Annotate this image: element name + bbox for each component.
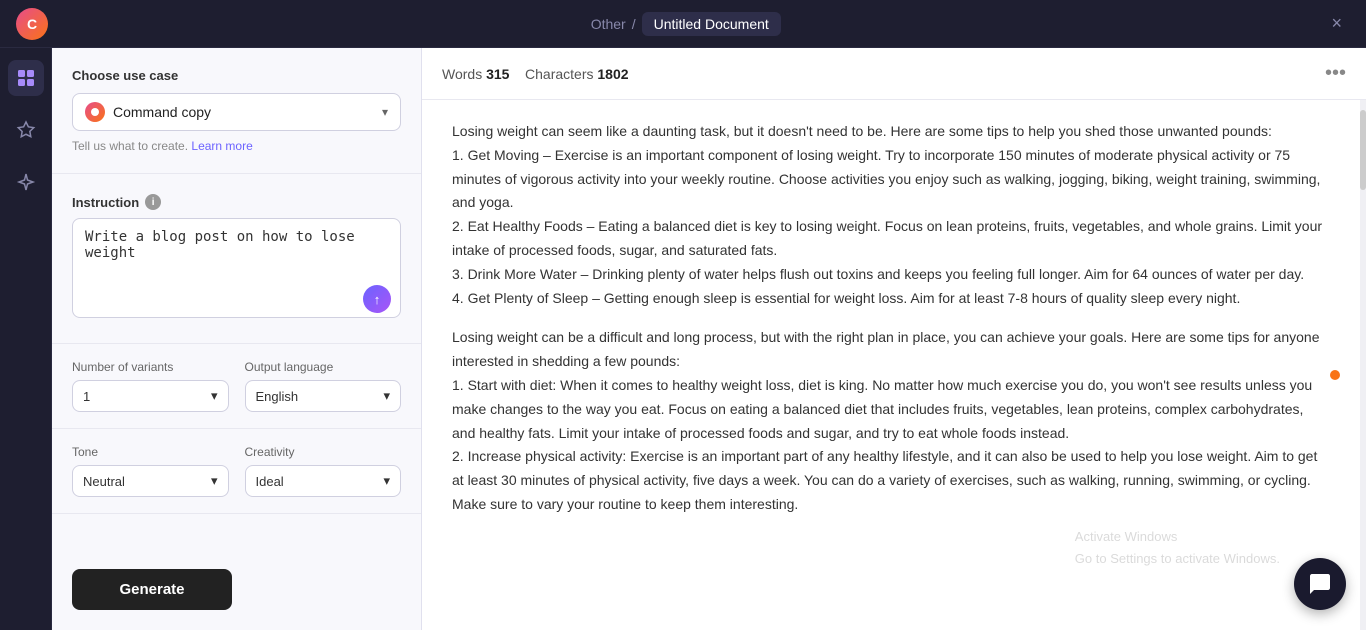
- tone-label: Tone: [72, 445, 229, 459]
- use-case-select[interactable]: Command copy ▾: [72, 93, 401, 131]
- options-row-2: Tone Neutral ▾ Creativity Ideal ▾: [52, 429, 421, 514]
- creativity-label: Creativity: [245, 445, 402, 459]
- words-label: Words: [442, 66, 482, 82]
- use-case-left: Command copy: [85, 102, 211, 122]
- doc-paragraph-2: Losing weight can be a difficult and lon…: [452, 326, 1330, 516]
- creativity-select[interactable]: Ideal ▾: [245, 465, 402, 497]
- tone-value: Neutral: [83, 474, 125, 489]
- doc-content: Losing weight can seem like a daunting t…: [422, 100, 1360, 630]
- magic-icon-button[interactable]: [8, 164, 44, 200]
- chat-button[interactable]: [1294, 558, 1346, 610]
- learn-more-link[interactable]: Learn more: [191, 139, 252, 153]
- scrollbar-thumb[interactable]: [1360, 110, 1366, 190]
- variants-value: 1: [83, 389, 90, 404]
- instruction-label: Instruction i: [72, 194, 401, 210]
- topbar-center: Other / Untitled Document: [591, 12, 781, 36]
- app-logo[interactable]: C: [16, 8, 48, 40]
- instruction-textarea[interactable]: Write a blog post on how to lose weight: [72, 218, 401, 318]
- textarea-submit-button[interactable]: ↑: [363, 285, 391, 313]
- star-icon-button[interactable]: [8, 112, 44, 148]
- topbar-left: C: [16, 8, 48, 40]
- left-panel: Choose use case Command copy ▾ Tell us w…: [52, 48, 422, 630]
- tone-chevron: ▾: [211, 473, 218, 489]
- doc-toolbar: Words 315 Characters 1802 •••: [422, 48, 1366, 100]
- breadcrumb-category: Other: [591, 16, 626, 32]
- info-icon[interactable]: i: [145, 194, 161, 210]
- doc-paragraph-1: Losing weight can seem like a daunting t…: [452, 120, 1330, 310]
- grid-icon: [16, 68, 36, 88]
- variants-chevron: ▾: [211, 388, 218, 404]
- close-button[interactable]: ×: [1323, 9, 1350, 38]
- use-case-icon: [85, 102, 105, 122]
- chars-label: Characters: [525, 66, 593, 82]
- variants-select[interactable]: 1 ▾: [72, 380, 229, 412]
- creativity-chevron: ▾: [383, 473, 390, 489]
- language-label: Output language: [245, 360, 402, 374]
- creativity-group: Creativity Ideal ▾: [245, 445, 402, 497]
- instruction-section: Instruction i Write a blog post on how t…: [52, 174, 421, 344]
- use-case-value: Command copy: [113, 104, 211, 120]
- tone-select[interactable]: Neutral ▾: [72, 465, 229, 497]
- language-chevron: ▾: [383, 388, 390, 404]
- scrollbar[interactable]: [1360, 100, 1366, 630]
- icon-bar: [0, 48, 52, 630]
- words-value: 315: [486, 66, 509, 82]
- tone-group: Tone Neutral ▾: [72, 445, 229, 497]
- variants-group: Number of variants 1 ▾: [72, 360, 229, 412]
- textarea-wrapper: Write a blog post on how to lose weight …: [72, 218, 401, 323]
- main-layout: Choose use case Command copy ▾ Tell us w…: [0, 48, 1366, 630]
- language-group: Output language English ▾: [245, 360, 402, 412]
- orange-dot-1: [1330, 370, 1340, 380]
- use-case-label: Choose use case: [72, 68, 401, 83]
- submit-arrow-icon: ↑: [374, 292, 381, 307]
- generate-button[interactable]: Generate: [72, 569, 232, 610]
- topbar: C Other / Untitled Document ×: [0, 0, 1366, 48]
- more-options-button[interactable]: •••: [1325, 62, 1346, 85]
- chat-icon: [1308, 572, 1332, 596]
- chevron-down-icon: ▾: [382, 105, 388, 119]
- grid-icon-button[interactable]: [8, 60, 44, 96]
- creativity-value: Ideal: [256, 474, 284, 489]
- doc-stats: Words 315 Characters 1802: [442, 66, 629, 82]
- generate-section: Generate: [52, 549, 421, 630]
- language-select[interactable]: English ▾: [245, 380, 402, 412]
- use-case-section: Choose use case Command copy ▾ Tell us w…: [52, 48, 421, 174]
- language-value: English: [256, 389, 299, 404]
- topbar-right: ×: [1323, 9, 1350, 38]
- windows-watermark: Activate WindowsGo to Settings to activa…: [1075, 526, 1280, 570]
- star-icon: [16, 120, 36, 140]
- right-panel: Words 315 Characters 1802 ••• Losing wei…: [422, 48, 1366, 630]
- document-title[interactable]: Untitled Document: [642, 12, 781, 36]
- chars-value: 1802: [597, 66, 628, 82]
- breadcrumb-separator: /: [632, 16, 636, 32]
- hint-text: Tell us what to create. Learn more: [72, 139, 401, 153]
- options-row-1: Number of variants 1 ▾ Output language E…: [52, 344, 421, 429]
- variants-label: Number of variants: [72, 360, 229, 374]
- magic-icon: [16, 172, 36, 192]
